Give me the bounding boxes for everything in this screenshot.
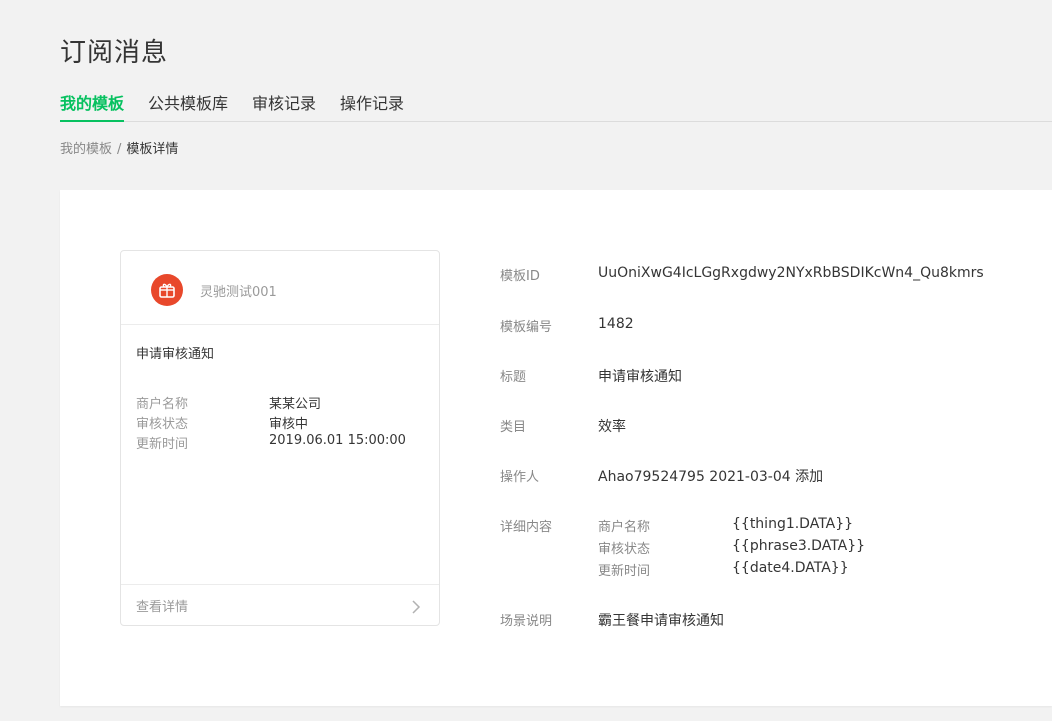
- detail-label: 模板编号: [500, 320, 553, 335]
- message-preview-card: 灵驰测试001 申请审核通知 商户名称 某某公司 审核状态 审核中 更新时间 2…: [120, 250, 440, 626]
- category-value: 效率: [598, 419, 626, 435]
- view-details-label: 查看详情: [136, 600, 189, 615]
- content-field-value: {{date4.DATA}}: [732, 560, 849, 576]
- card-fields: 商户名称 某某公司 审核状态 审核中 更新时间 2019.06.01 15:00…: [136, 393, 426, 453]
- content-field-label: 审核状态: [598, 542, 651, 557]
- card-field-label: 审核状态: [136, 417, 189, 432]
- chevron-right-icon: [411, 599, 421, 618]
- card-field-value: 审核中: [269, 417, 309, 432]
- detail-label: 标题: [500, 370, 527, 385]
- breadcrumb-current: 模板详情: [126, 142, 179, 157]
- content-field-value: {{phrase3.DATA}}: [732, 538, 866, 554]
- card-field-value: 某某公司: [269, 397, 322, 412]
- breadcrumb: 我的模板 / 模板详情: [60, 138, 178, 157]
- account-name: 灵驰测试001: [200, 285, 277, 300]
- breadcrumb-my-templates[interactable]: 我的模板: [60, 142, 112, 157]
- card-field-row: 商户名称 某某公司: [136, 393, 426, 413]
- title-value: 申请审核通知: [598, 369, 682, 385]
- operator-value: Ahao79524795 2021-03-04 添加: [598, 469, 824, 485]
- tab-public-template-library[interactable]: 公共模板库: [148, 92, 228, 120]
- avatar: [151, 274, 183, 306]
- content-field-row: 审核状态 {{phrase3.DATA}}: [598, 538, 928, 560]
- detail-label: 场景说明: [500, 614, 553, 629]
- tab-review-records[interactable]: 审核记录: [252, 92, 316, 120]
- card-field-row: 审核状态 审核中: [136, 413, 426, 433]
- content-field-label: 更新时间: [598, 564, 651, 579]
- template-detail-panel: 灵驰测试001 申请审核通知 商户名称 某某公司 审核状态 审核中 更新时间 2…: [60, 190, 1052, 706]
- template-number-value: 1482: [598, 316, 634, 332]
- detail-label: 类目: [500, 420, 527, 435]
- breadcrumb-separator: /: [117, 142, 122, 157]
- content-field-row: 更新时间 {{date4.DATA}}: [598, 560, 928, 582]
- card-field-row: 更新时间 2019.06.01 15:00:00: [136, 433, 426, 453]
- detail-label: 模板ID: [500, 269, 540, 284]
- tab-operation-records[interactable]: 操作记录: [340, 92, 404, 120]
- detail-label: 操作人: [500, 470, 540, 485]
- card-field-label: 更新时间: [136, 437, 189, 452]
- tab-bar: 我的模板 公共模板库 审核记录 操作记录: [60, 92, 1052, 122]
- template-id-value: UuOniXwG4IcLGgRxgdwy2NYxRbBSDIKcWn4_Qu8k…: [598, 265, 984, 281]
- card-header: 灵驰测试001: [121, 251, 439, 325]
- view-details-link[interactable]: 查看详情: [121, 584, 439, 625]
- card-field-label: 商户名称: [136, 397, 189, 412]
- card-field-value: 2019.06.01 15:00:00: [269, 433, 406, 448]
- content-field-row: 商户名称 {{thing1.DATA}}: [598, 516, 928, 538]
- tab-my-templates[interactable]: 我的模板: [60, 92, 125, 122]
- card-title: 申请审核通知: [136, 347, 215, 362]
- detail-label: 详细内容: [500, 520, 553, 535]
- content-field-value: {{thing1.DATA}}: [732, 516, 854, 532]
- content-field-label: 商户名称: [598, 520, 651, 535]
- page-title: 订阅消息: [60, 38, 169, 68]
- content-fields: 商户名称 {{thing1.DATA}} 审核状态 {{phrase3.DATA…: [598, 516, 928, 582]
- scene-value: 霸王餐申请审核通知: [598, 613, 724, 629]
